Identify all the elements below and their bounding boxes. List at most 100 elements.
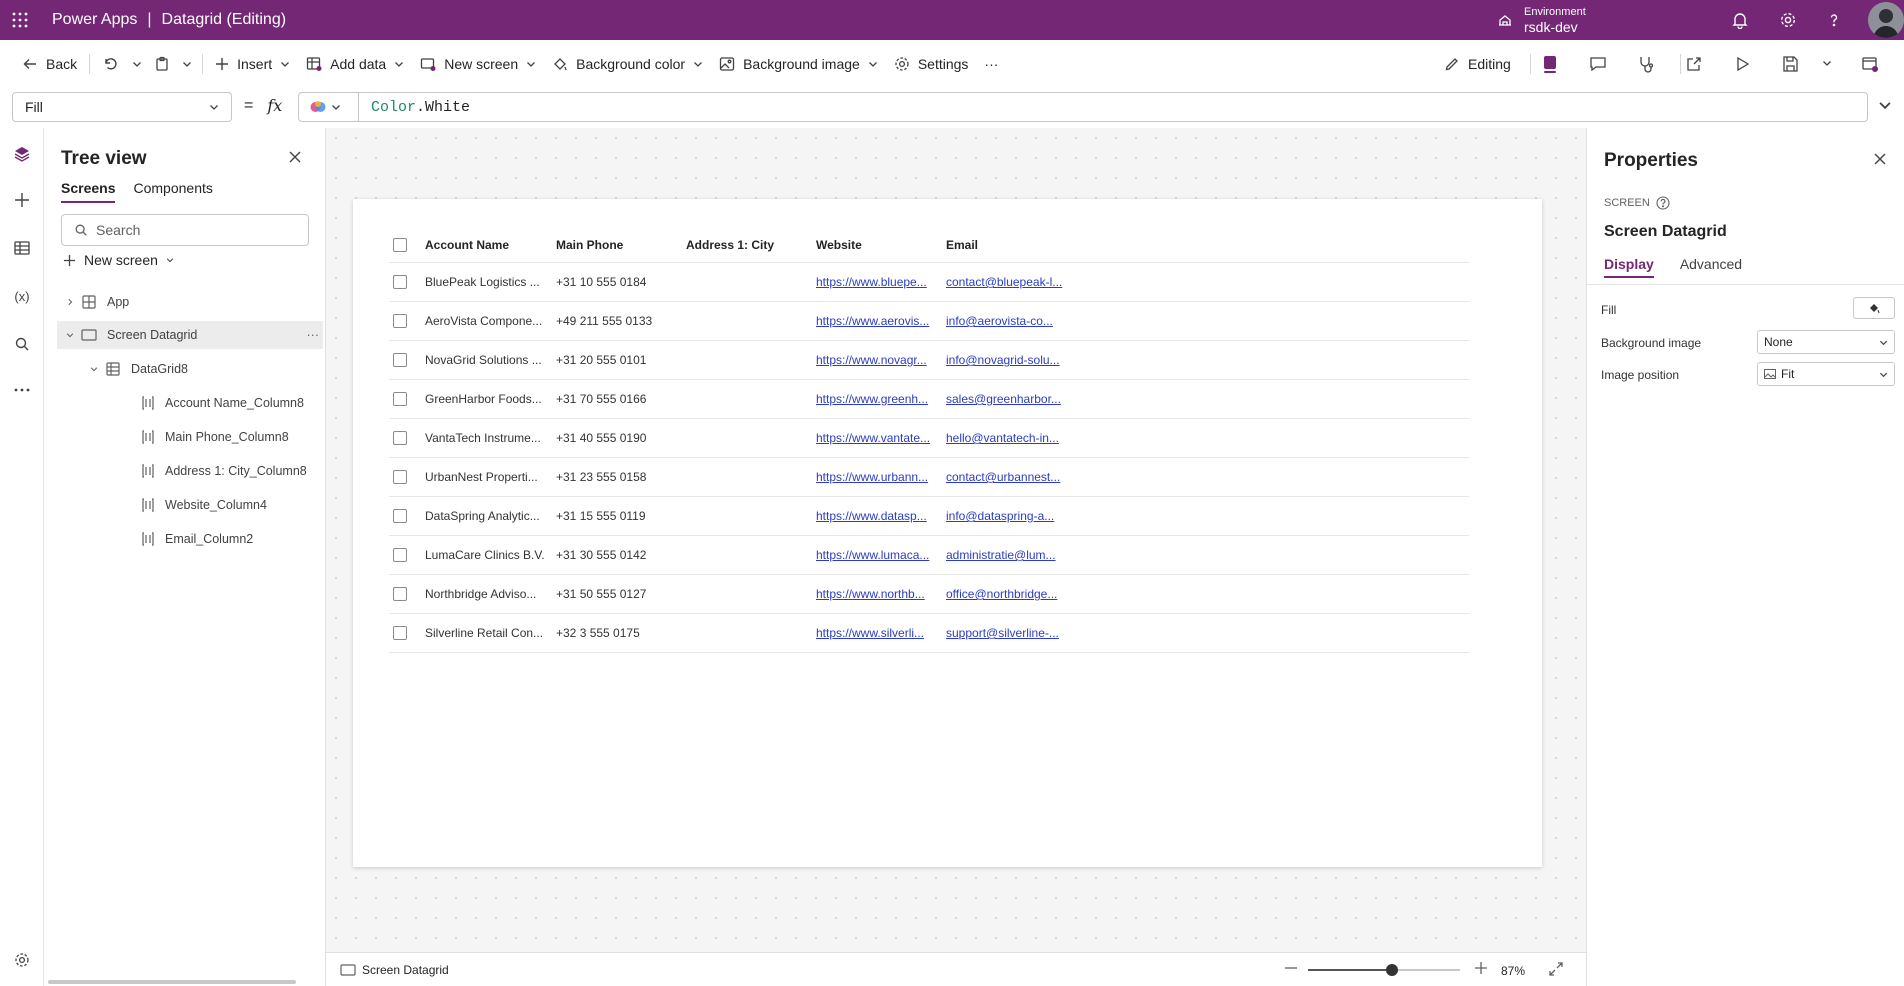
tree-node-datagrid[interactable]: DataGrid8 (57, 355, 323, 383)
website-cell[interactable]: https://www.vantate... (816, 431, 946, 445)
search-icon[interactable] (10, 332, 34, 356)
website-cell[interactable]: https://www.silverli... (816, 626, 946, 640)
row-checkbox[interactable] (393, 548, 407, 562)
help-circle-icon[interactable] (1656, 196, 1670, 210)
background-image-button[interactable]: Background image (711, 48, 886, 80)
website-cell[interactable]: https://www.greenh... (816, 392, 946, 406)
app-launcher-icon[interactable] (0, 0, 40, 40)
editing-mode-button[interactable]: Editing (1436, 48, 1519, 80)
paste-button[interactable] (148, 48, 176, 80)
undo-button[interactable] (94, 48, 126, 80)
paste-dropdown-button[interactable] (176, 48, 198, 80)
zoom-slider[interactable] (1308, 964, 1460, 976)
notifications-icon[interactable] (1728, 8, 1752, 32)
column-header[interactable]: Address 1: City (686, 238, 816, 252)
comments-icon[interactable] (1588, 54, 1608, 74)
table-row[interactable]: BluePeak Logistics ... +31 10 555 0184 htt… (389, 263, 1469, 302)
current-screen-indicator[interactable]: Screen Datagrid (340, 963, 449, 977)
settings-gear-icon[interactable] (10, 948, 34, 972)
row-checkbox[interactable] (393, 314, 407, 328)
insert-button[interactable]: Insert (207, 48, 298, 80)
tree-node-column[interactable]: Address 1: City_Column8 (57, 457, 323, 485)
website-cell[interactable]: https://www.urbann... (816, 470, 946, 484)
tree-node-column[interactable]: Account Name_Column8 (57, 389, 323, 417)
settings-button[interactable]: Settings (886, 48, 977, 80)
column-header[interactable]: Website (816, 238, 946, 252)
app-checker-icon[interactable] (1636, 54, 1656, 74)
tree-node-app[interactable]: App (57, 288, 323, 316)
add-data-button[interactable]: Add data (298, 48, 412, 80)
undo-dropdown-button[interactable] (126, 48, 148, 80)
website-cell[interactable]: https://www.novagr... (816, 353, 946, 367)
tree-view-layers-icon[interactable] (10, 142, 34, 166)
chevron-down-icon[interactable] (87, 365, 101, 373)
zoom-out-icon[interactable] (1284, 961, 1298, 975)
email-cell[interactable]: info@dataspring-a... (946, 509, 1076, 523)
row-checkbox[interactable] (393, 626, 407, 640)
column-header[interactable]: Main Phone (556, 238, 686, 252)
help-icon[interactable] (1822, 8, 1846, 32)
datagrid[interactable]: Account Name Main Phone Address 1: City … (389, 227, 1469, 653)
close-icon[interactable] (1873, 152, 1887, 166)
website-cell[interactable]: https://www.aerovis... (816, 314, 946, 328)
more-options-icon[interactable]: ··· (307, 328, 320, 342)
row-checkbox[interactable] (393, 353, 407, 367)
tree-node-column[interactable]: Main Phone_Column8 (57, 423, 323, 451)
tab-screens[interactable]: Screens (61, 180, 116, 203)
table-row[interactable]: DataSpring Analytic... +31 15 555 0119 htt… (389, 497, 1469, 536)
fill-color-picker[interactable] (1853, 297, 1895, 319)
variables-icon[interactable]: (x) (10, 284, 34, 308)
table-row[interactable]: GreenHarbor Foods... +31 70 555 0166 https… (389, 380, 1469, 419)
tree-node-screen[interactable]: Screen Datagrid ··· (57, 321, 323, 349)
row-checkbox[interactable] (393, 509, 407, 523)
tree-search-input[interactable]: Search (61, 214, 309, 246)
save-dropdown-chevron-icon[interactable] (1822, 58, 1832, 68)
table-row[interactable]: Northbridge Adviso... +31 50 555 0127 http… (389, 575, 1469, 614)
row-checkbox[interactable] (393, 587, 407, 601)
table-row[interactable]: VantaTech Instrume... +31 40 555 0190 http… (389, 419, 1469, 458)
environment-picker[interactable]: Environment rsdk-dev (1496, 0, 1586, 40)
row-checkbox[interactable] (393, 392, 407, 406)
row-checkbox[interactable] (393, 470, 407, 484)
property-dropdown[interactable]: Fill (12, 92, 232, 122)
new-screen-button[interactable]: New screen (63, 252, 174, 268)
email-cell[interactable]: sales@greenharbor... (946, 392, 1076, 406)
copilot-panel-icon[interactable] (1540, 54, 1560, 74)
background-image-dropdown[interactable]: None (1757, 330, 1895, 354)
email-cell[interactable]: office@northbridge... (946, 587, 1076, 601)
publish-icon[interactable] (1860, 54, 1880, 74)
email-cell[interactable]: hello@vantatech-in... (946, 431, 1076, 445)
fx-label[interactable]: fx (267, 96, 282, 115)
more-options-icon[interactable] (10, 378, 34, 402)
email-cell[interactable]: info@novagrid-solu... (946, 353, 1076, 367)
email-cell[interactable]: support@silverline-... (946, 626, 1076, 640)
chevron-right-icon[interactable] (63, 298, 77, 306)
play-preview-icon[interactable] (1732, 54, 1752, 74)
row-checkbox[interactable] (393, 431, 407, 445)
website-cell[interactable]: https://www.northb... (816, 587, 946, 601)
column-header[interactable]: Account Name (425, 238, 556, 252)
website-cell[interactable]: https://www.datasp... (816, 509, 946, 523)
formula-input[interactable]: Color .White (358, 92, 1868, 122)
close-icon[interactable] (288, 150, 302, 164)
email-cell[interactable]: administratie@lum... (946, 548, 1076, 562)
more-commands-button[interactable]: ··· (976, 48, 1006, 80)
new-screen-button[interactable]: New screen (412, 48, 544, 80)
table-row[interactable]: UrbanNest Properti... +31 23 555 0158 http… (389, 458, 1469, 497)
zoom-in-icon[interactable] (1474, 961, 1488, 975)
tab-advanced[interactable]: Advanced (1680, 256, 1742, 278)
insert-plus-icon[interactable] (10, 188, 34, 212)
email-cell[interactable]: info@aerovista-co... (946, 314, 1076, 328)
tree-node-column[interactable]: Email_Column2 (57, 525, 323, 553)
column-header[interactable]: Email (946, 238, 1076, 252)
app-screen[interactable]: Account Name Main Phone Address 1: City … (353, 199, 1542, 867)
image-position-dropdown[interactable]: Fit (1757, 362, 1895, 386)
email-cell[interactable]: contact@bluepeak-l... (946, 275, 1076, 289)
table-row[interactable]: Silverline Retail Con... +32 3 555 0175 ht… (389, 614, 1469, 653)
fit-to-window-icon[interactable] (1548, 961, 1564, 977)
horizontal-scrollbar[interactable] (48, 980, 296, 984)
table-row[interactable]: NovaGrid Solutions ... +31 20 555 0101 htt… (389, 341, 1469, 380)
tab-components[interactable]: Components (133, 180, 212, 203)
row-checkbox[interactable] (393, 275, 407, 289)
save-icon[interactable] (1780, 54, 1800, 74)
